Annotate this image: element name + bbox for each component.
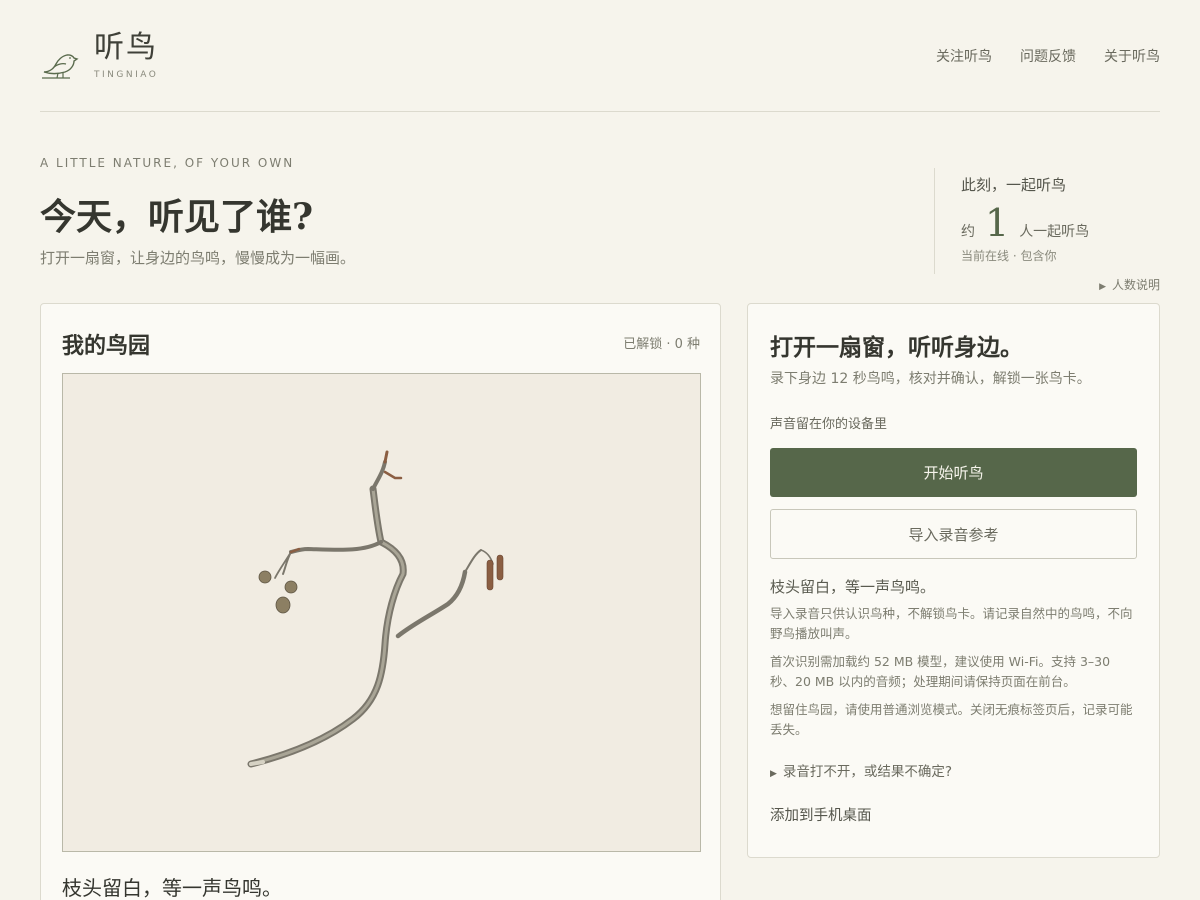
nav-about-link[interactable]: 关于听鸟 [1104, 46, 1160, 66]
hero-eyebrow: A LITTLE NATURE, OF YOUR OWN [40, 156, 295, 170]
online-counter: 此刻，一起听鸟 约 1 人一起听鸟 当前在线 · 包含你 [934, 168, 1160, 274]
online-suffix: 人一起听鸟 [1019, 224, 1090, 240]
count-help-toggle[interactable]: ▶ 人数说明 [1099, 276, 1160, 293]
nav-follow-link[interactable]: 关注听鸟 [936, 46, 992, 66]
listen-subtitle: 录下身边 12 秒鸟鸣，核对并确认，解锁一张鸟卡。 [770, 371, 1091, 387]
online-prefix: 约 [961, 224, 975, 240]
listen-title: 打开一扇窗，听听身边。 [770, 334, 1023, 361]
privacy-note: 声音留在你的设备里 [770, 417, 888, 432]
import-recording-button[interactable]: 导入录音参考 [770, 509, 1137, 559]
brand[interactable]: 听鸟 TINGNIAO [40, 30, 158, 82]
nav-feedback-link[interactable]: 问题反馈 [1020, 46, 1076, 66]
hero-subtitle: 打开一扇窗，让身边的鸟鸣，慢慢成为一幅画。 [40, 249, 356, 267]
count-help-label: 人数说明 [1111, 278, 1160, 292]
add-to-home-link[interactable]: 添加到手机桌面 [770, 804, 872, 825]
trouble-toggle[interactable]: ▶ 录音打不开，或结果不确定? [770, 760, 952, 780]
bird-icon [42, 54, 79, 79]
hero-title: 今天，听见了谁? [40, 196, 314, 238]
listen-card: 打开一扇窗，听听身边。 录下身边 12 秒鸟鸣，核对并确认，解锁一张鸟卡。 声音… [747, 303, 1160, 858]
brand-title: 听鸟 [94, 30, 158, 65]
triangle-right-icon: ▶ [770, 769, 777, 779]
bird-garden-card: 我的鸟园 已解锁 · 0 种 枝头留白，等一声鸟鸣。 [40, 303, 721, 900]
triangle-right-icon: ▶ [1099, 282, 1106, 292]
note-private-mode: 想留住鸟园，请使用普通浏览模式。关闭无痕标签页后，记录可能丢失。 [770, 702, 1133, 737]
listen-hint: 枝头留白，等一声鸟鸣。 [770, 578, 936, 596]
online-count-row: 约 1 人一起听鸟 [961, 201, 1160, 245]
top-nav: 关注听鸟 问题反馈 关于听鸟 [936, 46, 1160, 66]
trouble-label: 录音打不开，或结果不确定? [782, 764, 953, 780]
listen-notes: 导入录音只供认识鸟种，不解锁鸟卡。请记录自然中的鸟鸣，不向野鸟播放叫声。 首次识… [770, 604, 1138, 748]
brand-subtitle: TINGNIAO [94, 70, 159, 80]
note-model-size: 首次识别需加载约 52 MB 模型，建议使用 Wi-Fi。支持 3–30 秒、2… [770, 654, 1111, 689]
garden-unlock-count: 已解锁 · 0 种 [623, 337, 700, 352]
online-heading: 此刻，一起听鸟 [961, 176, 1067, 194]
note-import: 导入录音只供认识鸟种，不解锁鸟卡。请记录自然中的鸟鸣，不向野鸟播放叫声。 [770, 606, 1133, 641]
garden-caption: 枝头留白，等一声鸟鸣。 [62, 876, 282, 900]
garden-title: 我的鸟园 [62, 333, 151, 359]
online-count-number: 1 [985, 201, 1010, 245]
site-header: 听鸟 TINGNIAO 关注听鸟 问题反馈 关于听鸟 [40, 0, 1160, 112]
branch-illustration [62, 373, 701, 852]
online-note: 当前在线 · 包含你 [961, 249, 1057, 263]
branch-drawing [247, 450, 504, 768]
start-listening-button[interactable]: 开始听鸟 [770, 448, 1137, 497]
